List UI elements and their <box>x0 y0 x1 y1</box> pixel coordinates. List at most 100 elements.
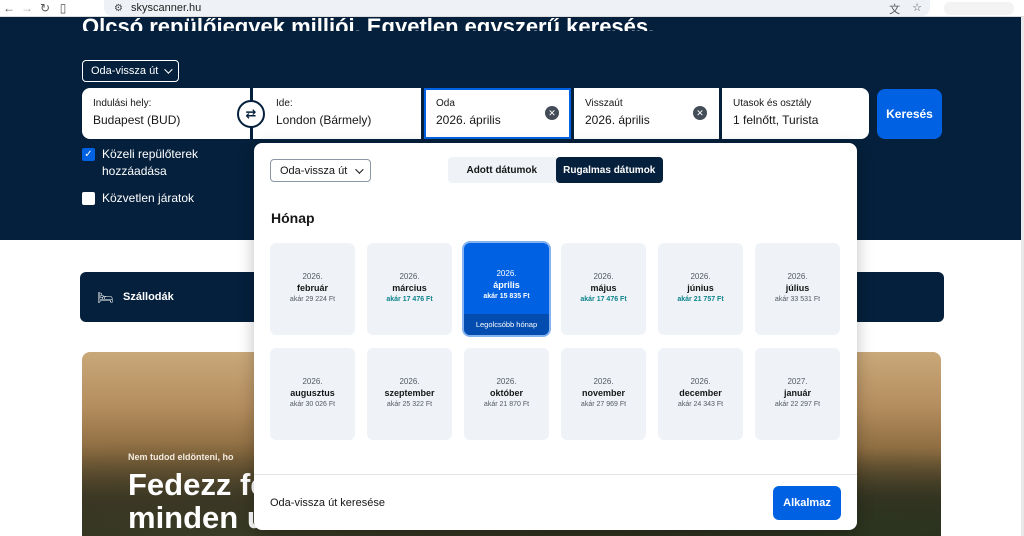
month-card[interactable]: 2026. április akár 15 835 Ft Legolcsóbb hón… <box>464 243 549 335</box>
nearby-airports-label: Közeli repülőterek hozzáadása <box>102 147 199 178</box>
month-card[interactable]: 2026. december akár 24 343 Ft <box>658 348 743 440</box>
passengers-label: Utasok és osztály <box>733 98 812 109</box>
month-year: 2026. <box>399 272 420 281</box>
chevron-down-icon <box>355 164 364 174</box>
month-card[interactable]: 2026. augusztus akár 30 026 Ft <box>270 348 355 440</box>
nearby-airports-checkbox[interactable]: ✓ Közeli repülőterek hozzáadása <box>82 146 222 180</box>
depart-value: 2026. április <box>436 113 501 127</box>
month-name: december <box>679 388 722 398</box>
forward-arrow-icon[interactable]: → <box>18 0 36 17</box>
clear-icon[interactable]: ✕ <box>693 106 707 120</box>
month-name: március <box>392 283 427 293</box>
month-card[interactable]: 2026. június akár 21 757 Ft <box>658 243 743 335</box>
month-name: április <box>493 280 520 290</box>
trip-type-select[interactable]: Oda-vissza út <box>82 60 180 82</box>
month-card[interactable]: 2026. november akár 27 969 Ft <box>561 348 646 440</box>
reload-icon[interactable]: ↻ <box>36 0 54 17</box>
month-price: akár 29 224 Ft <box>289 296 336 303</box>
month-name: június <box>687 283 714 293</box>
return-field[interactable]: Visszaút 2026. április ✕ <box>574 88 719 139</box>
passengers-field[interactable]: Utasok és osztály 1 felnőtt, Turista <box>722 88 869 139</box>
to-label: Ide: <box>276 98 293 109</box>
sidebar-icon[interactable]: ▯ <box>54 0 72 17</box>
month-heading: Hónap <box>271 210 315 226</box>
swap-icon[interactable]: ⇄ <box>237 100 265 128</box>
from-value: Budapest (BUD) <box>93 113 181 127</box>
month-name: január <box>783 388 811 398</box>
month-year: 2026. <box>399 377 420 386</box>
month-card[interactable]: 2026. július akár 33 531 Ft <box>755 243 840 335</box>
month-year: 2026. <box>496 269 517 278</box>
month-name: május <box>590 283 617 293</box>
direct-flights-label: Közvetlen járatok <box>102 191 195 205</box>
back-arrow-icon[interactable]: ← <box>0 0 18 17</box>
passengers-value: 1 felnőtt, Turista <box>733 113 819 127</box>
month-year: 2026. <box>593 377 614 386</box>
return-label: Visszaút <box>585 98 623 109</box>
bed-icon: 🛏 <box>97 290 114 305</box>
month-year: 2026. <box>787 272 808 281</box>
month-year: 2026. <box>690 272 711 281</box>
trip-type-value: Oda-vissza út <box>91 65 159 77</box>
translate-icon[interactable]: 文 <box>889 1 900 17</box>
clear-icon[interactable]: ✕ <box>545 106 559 120</box>
depart-label: Oda <box>436 98 455 109</box>
month-name: február <box>296 283 328 293</box>
checkmark-icon[interactable]: ✓ <box>82 148 95 161</box>
tab-flexible-dates[interactable]: Rugalmas dátumok <box>555 157 663 183</box>
month-price: akár 21 757 Ft <box>677 296 724 303</box>
month-year: 2026. <box>496 377 517 386</box>
month-card[interactable]: 2027. január akár 22 297 Ft <box>755 348 840 440</box>
month-card[interactable]: 2026. szeptember akár 25 322 Ft <box>367 348 452 440</box>
footer-text: Oda-vissza út keresése <box>270 497 385 509</box>
month-card[interactable]: 2026. március akár 17 476 Ft <box>367 243 452 335</box>
month-card[interactable]: 2026. október akár 21 870 Ft <box>464 348 549 440</box>
tab-specific-dates[interactable]: Adott dátumok <box>448 157 556 183</box>
month-year: 2026. <box>302 377 323 386</box>
month-year: 2027. <box>787 377 808 386</box>
date-mode-toggle: Adott dátumok Rugalmas dátumok <box>448 157 663 183</box>
star-icon[interactable]: ☆ <box>912 1 922 17</box>
popup-trip-type-value: Oda-vissza út <box>280 164 348 177</box>
month-price: akár 24 343 Ft <box>677 401 724 408</box>
profile-area[interactable] <box>944 2 1014 15</box>
month-grid: 2026. február akár 29 224 Ft 2026. március ak… <box>270 243 840 440</box>
month-price: akár 33 531 Ft <box>774 296 821 303</box>
checkbox-icon[interactable] <box>82 192 95 205</box>
month-name: november <box>581 388 625 398</box>
divider <box>254 474 857 475</box>
apply-button[interactable]: Alkalmaz <box>773 486 841 520</box>
month-price: akár 27 969 Ft <box>580 401 627 408</box>
month-price: akár 17 476 Ft <box>386 296 433 303</box>
depart-field[interactable]: Oda 2026. április ✕ <box>424 88 571 139</box>
month-price: akár 25 322 Ft <box>386 401 433 408</box>
month-price: akár 30 026 Ft <box>289 401 336 408</box>
to-value: London (Bármely) <box>276 113 372 127</box>
to-field[interactable]: Ide: London (Bármely) <box>253 88 421 139</box>
page-title: Olcsó repülőjegyek milliói. Egyetlen egy… <box>82 14 655 31</box>
cheapest-month-badge: Legolcsóbb hónap <box>464 314 549 335</box>
month-name: október <box>489 388 523 398</box>
from-field[interactable]: Indulási hely: Budapest (BUD) <box>82 88 250 139</box>
month-price: akár 15 835 Ft <box>483 293 530 300</box>
hotels-label: Szállodák <box>123 291 174 303</box>
month-year: 2026. <box>302 272 323 281</box>
return-value: 2026. április <box>585 113 650 127</box>
flexible-dates-popup: Oda-vissza út Adott dátumok Rugalmas dát… <box>254 143 857 530</box>
banner-kicker: Nem tudod eldönteni, ho <box>128 452 234 462</box>
month-price: akár 17 476 Ft <box>580 296 627 303</box>
month-price: akár 21 870 Ft <box>483 401 530 408</box>
month-card[interactable]: 2026. február akár 29 224 Ft <box>270 243 355 335</box>
from-label: Indulási hely: <box>93 98 152 109</box>
month-name: szeptember <box>384 388 435 398</box>
month-card[interactable]: 2026. május akár 17 476 Ft <box>561 243 646 335</box>
month-year: 2026. <box>593 272 614 281</box>
search-button[interactable]: Keresés <box>877 89 942 139</box>
month-year: 2026. <box>690 377 711 386</box>
month-name: július <box>785 283 810 293</box>
month-price: akár 22 297 Ft <box>774 401 821 408</box>
month-name: augusztus <box>290 388 335 398</box>
popup-trip-type-select[interactable]: Oda-vissza út <box>270 159 372 182</box>
chevron-down-icon <box>164 65 173 74</box>
direct-flights-checkbox[interactable]: Közvetlen járatok <box>82 190 194 207</box>
